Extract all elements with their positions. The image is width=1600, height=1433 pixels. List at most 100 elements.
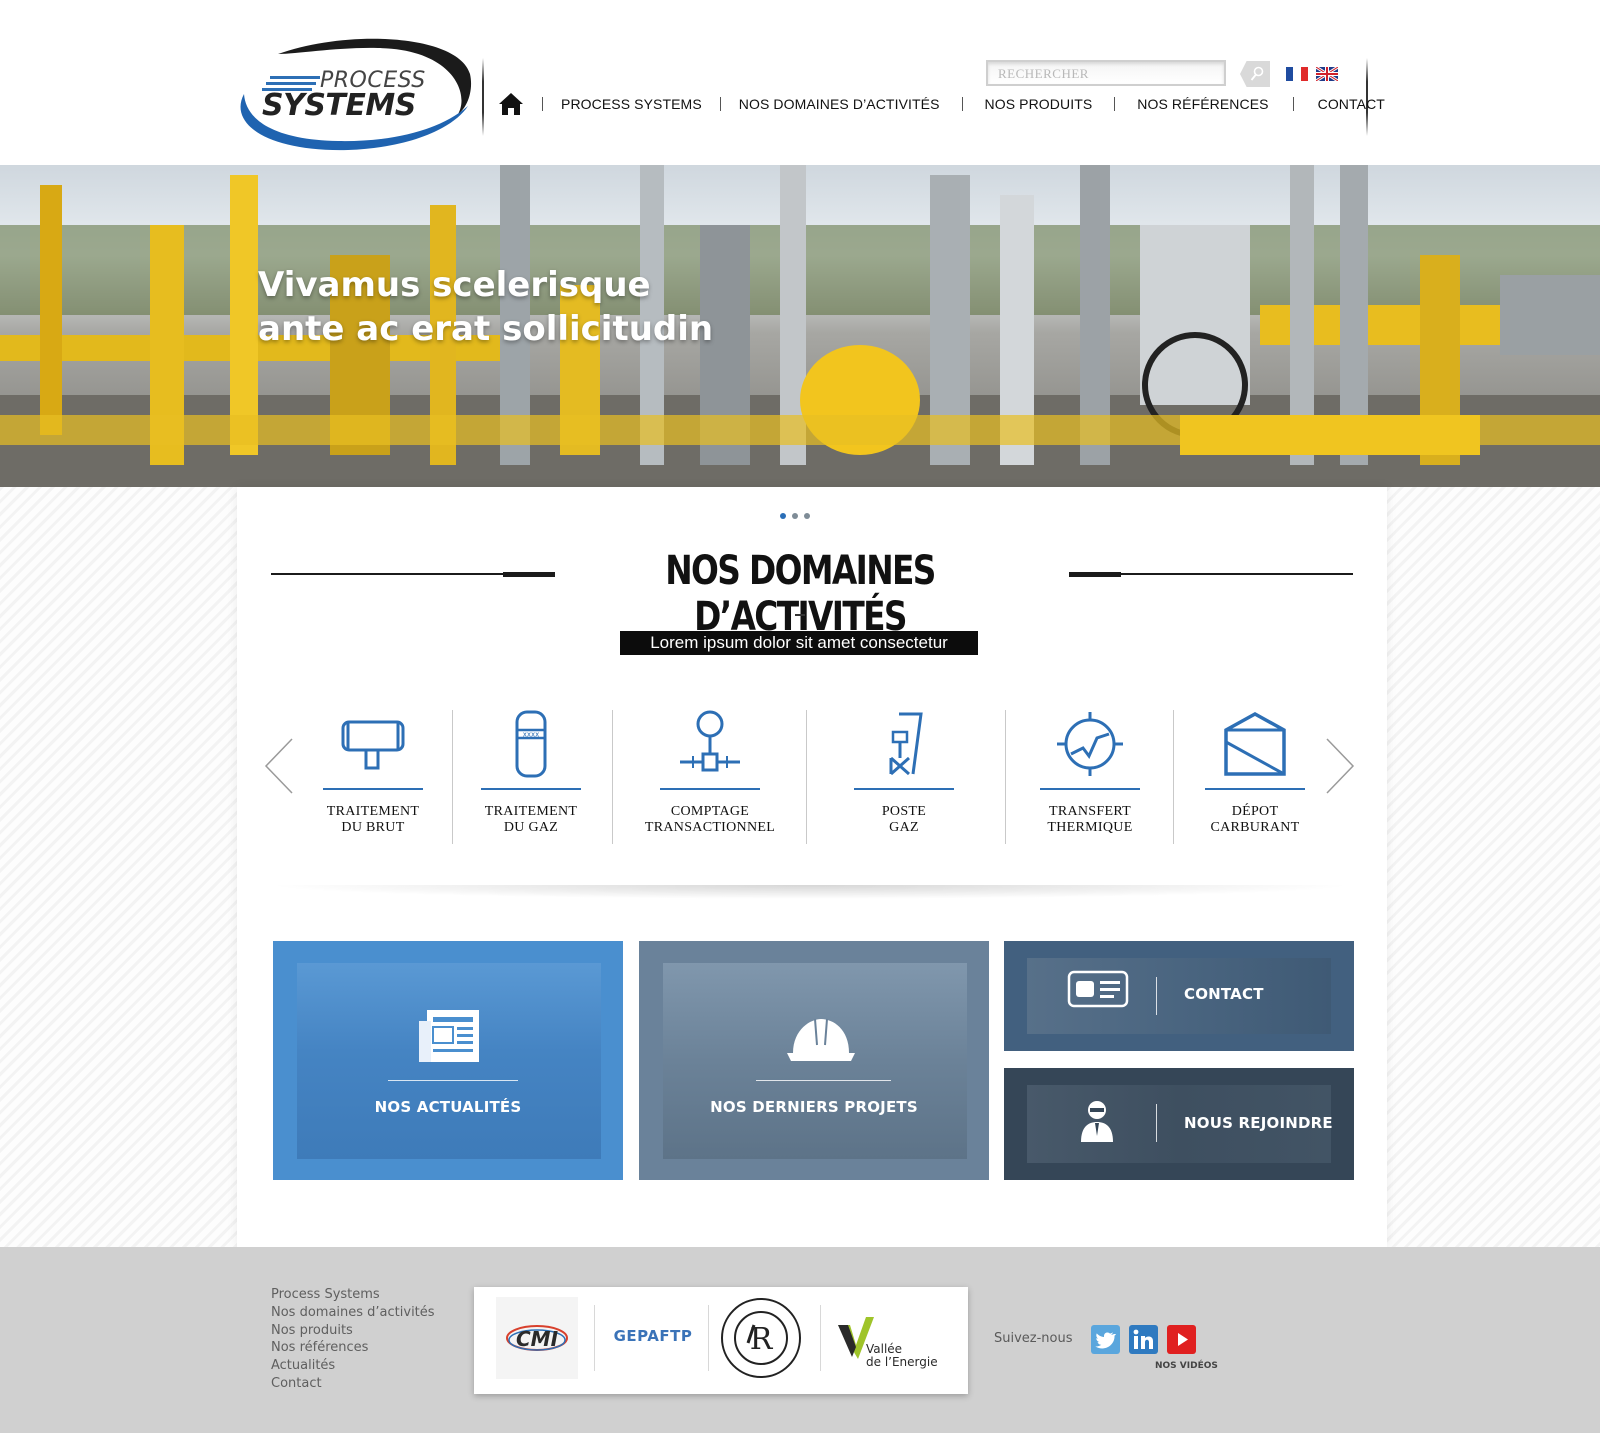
gas-treatment-icon: xxxx <box>515 710 547 778</box>
tile-divider <box>1156 977 1157 1015</box>
chevron-right-icon[interactable] <box>1325 737 1355 795</box>
title-rule <box>271 573 503 575</box>
slider-dot[interactable] <box>780 513 786 519</box>
footer-link[interactable]: Nos références <box>271 1339 435 1357</box>
home-icon[interactable] <box>498 92 524 116</box>
hero-title-line: Vivamus scelerisque <box>258 265 651 305</box>
nav-separator <box>1114 97 1116 111</box>
contact-card-icon <box>1067 970 1129 1008</box>
activity-item[interactable]: POSTE GAZ <box>834 708 974 836</box>
activity-underline <box>1205 788 1305 790</box>
site-header: PROCESS SYSTEMS RECHERCHER PROCESS SYSTE… <box>0 0 1600 165</box>
activity-underline <box>1040 788 1140 790</box>
footer-link[interactable]: Process Systems <box>271 1286 435 1304</box>
lloyds-register-seal-icon: R <box>721 1298 801 1378</box>
hero-title-line: ante ac erat sollicitudin <box>258 309 714 349</box>
join-tile[interactable]: NOUS REJOINDRE <box>1004 1068 1354 1180</box>
search-icon <box>1250 66 1264 81</box>
slider-dot[interactable] <box>804 513 810 519</box>
fr-flag-icon[interactable] <box>1286 67 1308 81</box>
twitter-icon[interactable] <box>1091 1325 1120 1354</box>
tile-divider <box>1156 1104 1157 1142</box>
search-input[interactable]: RECHERCHER <box>986 60 1226 86</box>
activities-shadow <box>265 885 1355 899</box>
title-rule <box>503 572 555 577</box>
title-rule <box>1069 572 1121 577</box>
activity-item[interactable]: TRAITEMENT DU BRUT <box>303 708 443 836</box>
en-flag-icon[interactable] <box>1316 67 1338 81</box>
activities-title: NOS DOMAINES D’ACTIVITÉS <box>665 548 936 640</box>
slider-dot[interactable] <box>792 513 798 519</box>
header-divider <box>482 58 484 136</box>
activity-label: POSTE GAZ <box>881 804 927 835</box>
nav-item-references[interactable]: NOS RÉFÉRENCES <box>1137 96 1268 112</box>
hero-banner: Vivamus scelerisque ante ac erat sollici… <box>0 165 1600 487</box>
search-button[interactable] <box>1240 61 1270 87</box>
title-dash <box>795 614 805 616</box>
process-systems-logo[interactable]: PROCESS SYSTEMS <box>238 34 474 152</box>
activity-label: COMPTAGE TRANSACTIONNEL <box>644 804 776 835</box>
youtube-icon[interactable] <box>1167 1325 1196 1354</box>
activity-label: TRAITEMENT DU BRUT <box>326 804 420 835</box>
activity-item[interactable]: TRANSFERT THERMIQUE <box>1020 708 1160 836</box>
footer-links: Process Systems Nos domaines d’activités… <box>271 1286 435 1393</box>
activity-underline <box>481 788 581 790</box>
svg-text:xxxx: xxxx <box>523 731 540 739</box>
industrial-plant-image <box>0 165 1600 487</box>
activity-separator <box>1005 710 1006 844</box>
partner-separator <box>820 1305 821 1371</box>
footer-link[interactable]: Nos domaines d’activités <box>271 1304 435 1322</box>
tile-divider <box>388 1080 518 1081</box>
businessman-icon <box>1081 1101 1113 1142</box>
partners-panel: CMI GEPAFTP R Vallée de l’Energie <box>474 1287 968 1394</box>
footer-link[interactable]: Actualités <box>271 1357 435 1375</box>
activity-underline <box>323 788 423 790</box>
main-nav: PROCESS SYSTEMS NOS DOMAINES D’ACTIVITÉS… <box>498 90 1385 118</box>
cmi-logo-text: CMI <box>515 1327 559 1351</box>
logo-text-systems: SYSTEMS <box>262 88 416 123</box>
projects-tile[interactable]: NOS DERNIERS PROJETS <box>639 941 989 1180</box>
join-tile-label: NOUS REJOINDRE <box>1184 1114 1333 1132</box>
nav-separator <box>719 97 721 111</box>
footer-link[interactable]: Nos produits <box>271 1322 435 1340</box>
fuel-depot-icon <box>1224 712 1286 776</box>
nav-item-process-systems[interactable]: PROCESS SYSTEMS <box>561 96 702 112</box>
cmi-logo[interactable]: CMI <box>496 1297 578 1379</box>
partner-separator <box>708 1305 709 1371</box>
gepaftp-logo-text: GEPAFTP <box>613 1327 693 1345</box>
activity-separator <box>806 710 807 844</box>
activity-item[interactable]: xxxx TRAITEMENT DU GAZ <box>461 708 601 836</box>
vallee-energie-text: Vallée de l’Energie <box>866 1342 938 1369</box>
nav-item-domaines[interactable]: NOS DOMAINES D’ACTIVITÉS <box>739 96 940 112</box>
videos-label: NOS VIDÉOS <box>1155 1361 1218 1371</box>
activity-separator <box>612 710 613 844</box>
contact-tile-label: CONTACT <box>1184 985 1264 1003</box>
activities-subtitle: Lorem ipsum dolor sit amet consectetur <box>620 631 978 655</box>
tile-divider <box>756 1080 891 1081</box>
contact-tile[interactable]: CONTACT <box>1004 941 1354 1051</box>
chevron-left-icon[interactable] <box>264 737 294 795</box>
news-tile[interactable]: NOS ACTUALITÉS <box>273 941 623 1180</box>
activity-separator <box>1173 710 1174 844</box>
footer-link[interactable]: Contact <box>271 1375 435 1393</box>
activity-item[interactable]: DÉPOT CARBURANT <box>1185 708 1325 836</box>
hero-title: Vivamus scelerisque ante ac erat sollici… <box>258 263 713 351</box>
activity-underline <box>660 788 760 790</box>
activity-underline <box>854 788 954 790</box>
metering-icon <box>680 710 740 772</box>
partner-separator <box>594 1305 595 1371</box>
news-tile-label: NOS ACTUALITÉS <box>374 1098 522 1116</box>
nav-separator <box>961 97 963 111</box>
activity-label: DÉPOT CARBURANT <box>1210 804 1300 835</box>
lloyds-iso-logo[interactable]: R <box>720 1297 802 1379</box>
projects-tile-label: NOS DERNIERS PROJETS <box>710 1098 918 1116</box>
vallee-energie-logo[interactable]: Vallée de l’Energie <box>830 1297 958 1379</box>
crude-treatment-icon <box>341 720 405 770</box>
linkedin-icon[interactable] <box>1129 1325 1158 1354</box>
nav-item-produits[interactable]: NOS PRODUITS <box>985 96 1093 112</box>
newspaper-icon <box>419 1010 479 1062</box>
nav-item-contact[interactable]: CONTACT <box>1318 96 1385 112</box>
gepaftp-logo[interactable]: GEPAFTP <box>608 1297 698 1379</box>
nav-separator <box>1292 97 1294 111</box>
activity-item[interactable]: COMPTAGE TRANSACTIONNEL <box>640 708 780 836</box>
